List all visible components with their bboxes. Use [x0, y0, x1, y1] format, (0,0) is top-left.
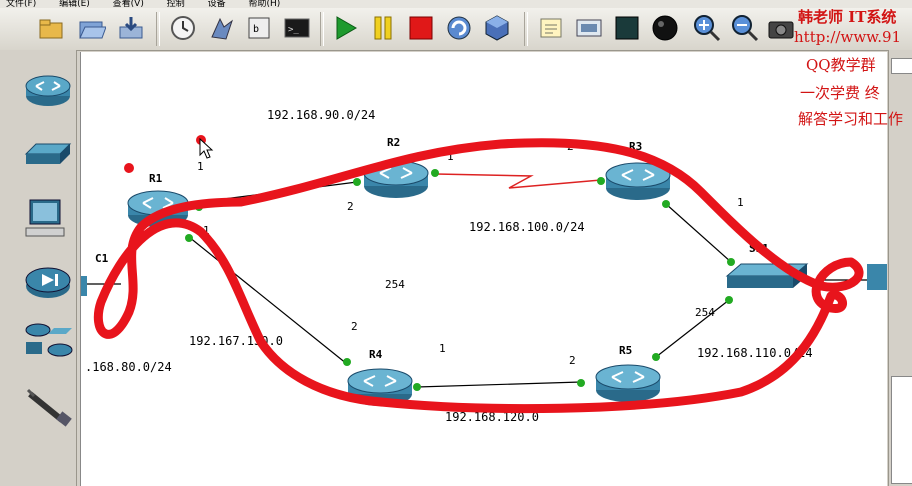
menu-view[interactable]: 查看(V): [113, 0, 144, 8]
terminal-window-icon[interactable]: >_: [282, 13, 312, 43]
device-panel: [0, 50, 77, 486]
media-device-icon[interactable]: [22, 260, 74, 304]
watermark-line2: http://www.91: [794, 28, 902, 46]
svg-text:>_: >_: [288, 25, 299, 35]
reload-icon[interactable]: [444, 13, 474, 43]
switch-icon[interactable]: [22, 132, 74, 176]
main-toolbar: b >_: [0, 8, 912, 51]
red-annotation-stroke: [93, 135, 864, 414]
topology-summary-tree[interactable]: [891, 376, 912, 484]
all-devices-icon[interactable]: [22, 320, 74, 364]
topology-canvas[interactable]: R1 R2 R3 R4 R5 SW1 C1 192.168.90.0/24 19…: [80, 52, 887, 486]
menu-device[interactable]: 设备: [208, 0, 226, 8]
virtualbox-icon[interactable]: [482, 13, 512, 43]
save-icon[interactable]: [116, 13, 146, 43]
panel-tab[interactable]: [891, 58, 912, 74]
open-folder-icon[interactable]: [76, 13, 107, 43]
svg-text:b: b: [253, 24, 259, 35]
watermark-line4: 一次学费 终: [800, 84, 880, 102]
ellipse-icon[interactable]: [650, 13, 680, 43]
camera-icon[interactable]: [766, 13, 796, 43]
menu-help[interactable]: 帮助(H): [249, 0, 281, 8]
stop-icon[interactable]: [406, 13, 436, 43]
new-folder-icon[interactable]: [36, 13, 66, 43]
terminal-icon[interactable]: b: [244, 13, 274, 43]
watermark-line3: QQ教学群: [806, 56, 876, 74]
cable-icon[interactable]: [22, 384, 74, 428]
zoom-out-icon[interactable]: [730, 13, 760, 43]
watermark-line5: 解答学习和工作: [798, 110, 904, 128]
menu-control[interactable]: 控制: [167, 0, 185, 8]
pc-icon[interactable]: [22, 196, 74, 240]
menu-bar: 文件(F) 编辑(E) 查看(V) 控制 设备 帮助(H): [0, 0, 912, 8]
snapshot-icon[interactable]: [168, 13, 198, 43]
mouse-cursor-icon: [199, 138, 214, 159]
note-icon[interactable]: [536, 13, 566, 43]
zoom-in-icon[interactable]: [692, 13, 722, 43]
console-icon[interactable]: [206, 13, 236, 43]
image-icon[interactable]: [574, 13, 604, 43]
watermark-line1: 韩老师 IT系统: [798, 8, 897, 26]
menu-file[interactable]: 文件(F): [6, 0, 36, 8]
rectangle-icon[interactable]: [612, 13, 642, 43]
menu-edit[interactable]: 编辑(E): [59, 0, 90, 8]
router-icon[interactable]: [22, 68, 74, 112]
start-icon[interactable]: [330, 13, 360, 43]
pause-icon[interactable]: [368, 13, 398, 43]
